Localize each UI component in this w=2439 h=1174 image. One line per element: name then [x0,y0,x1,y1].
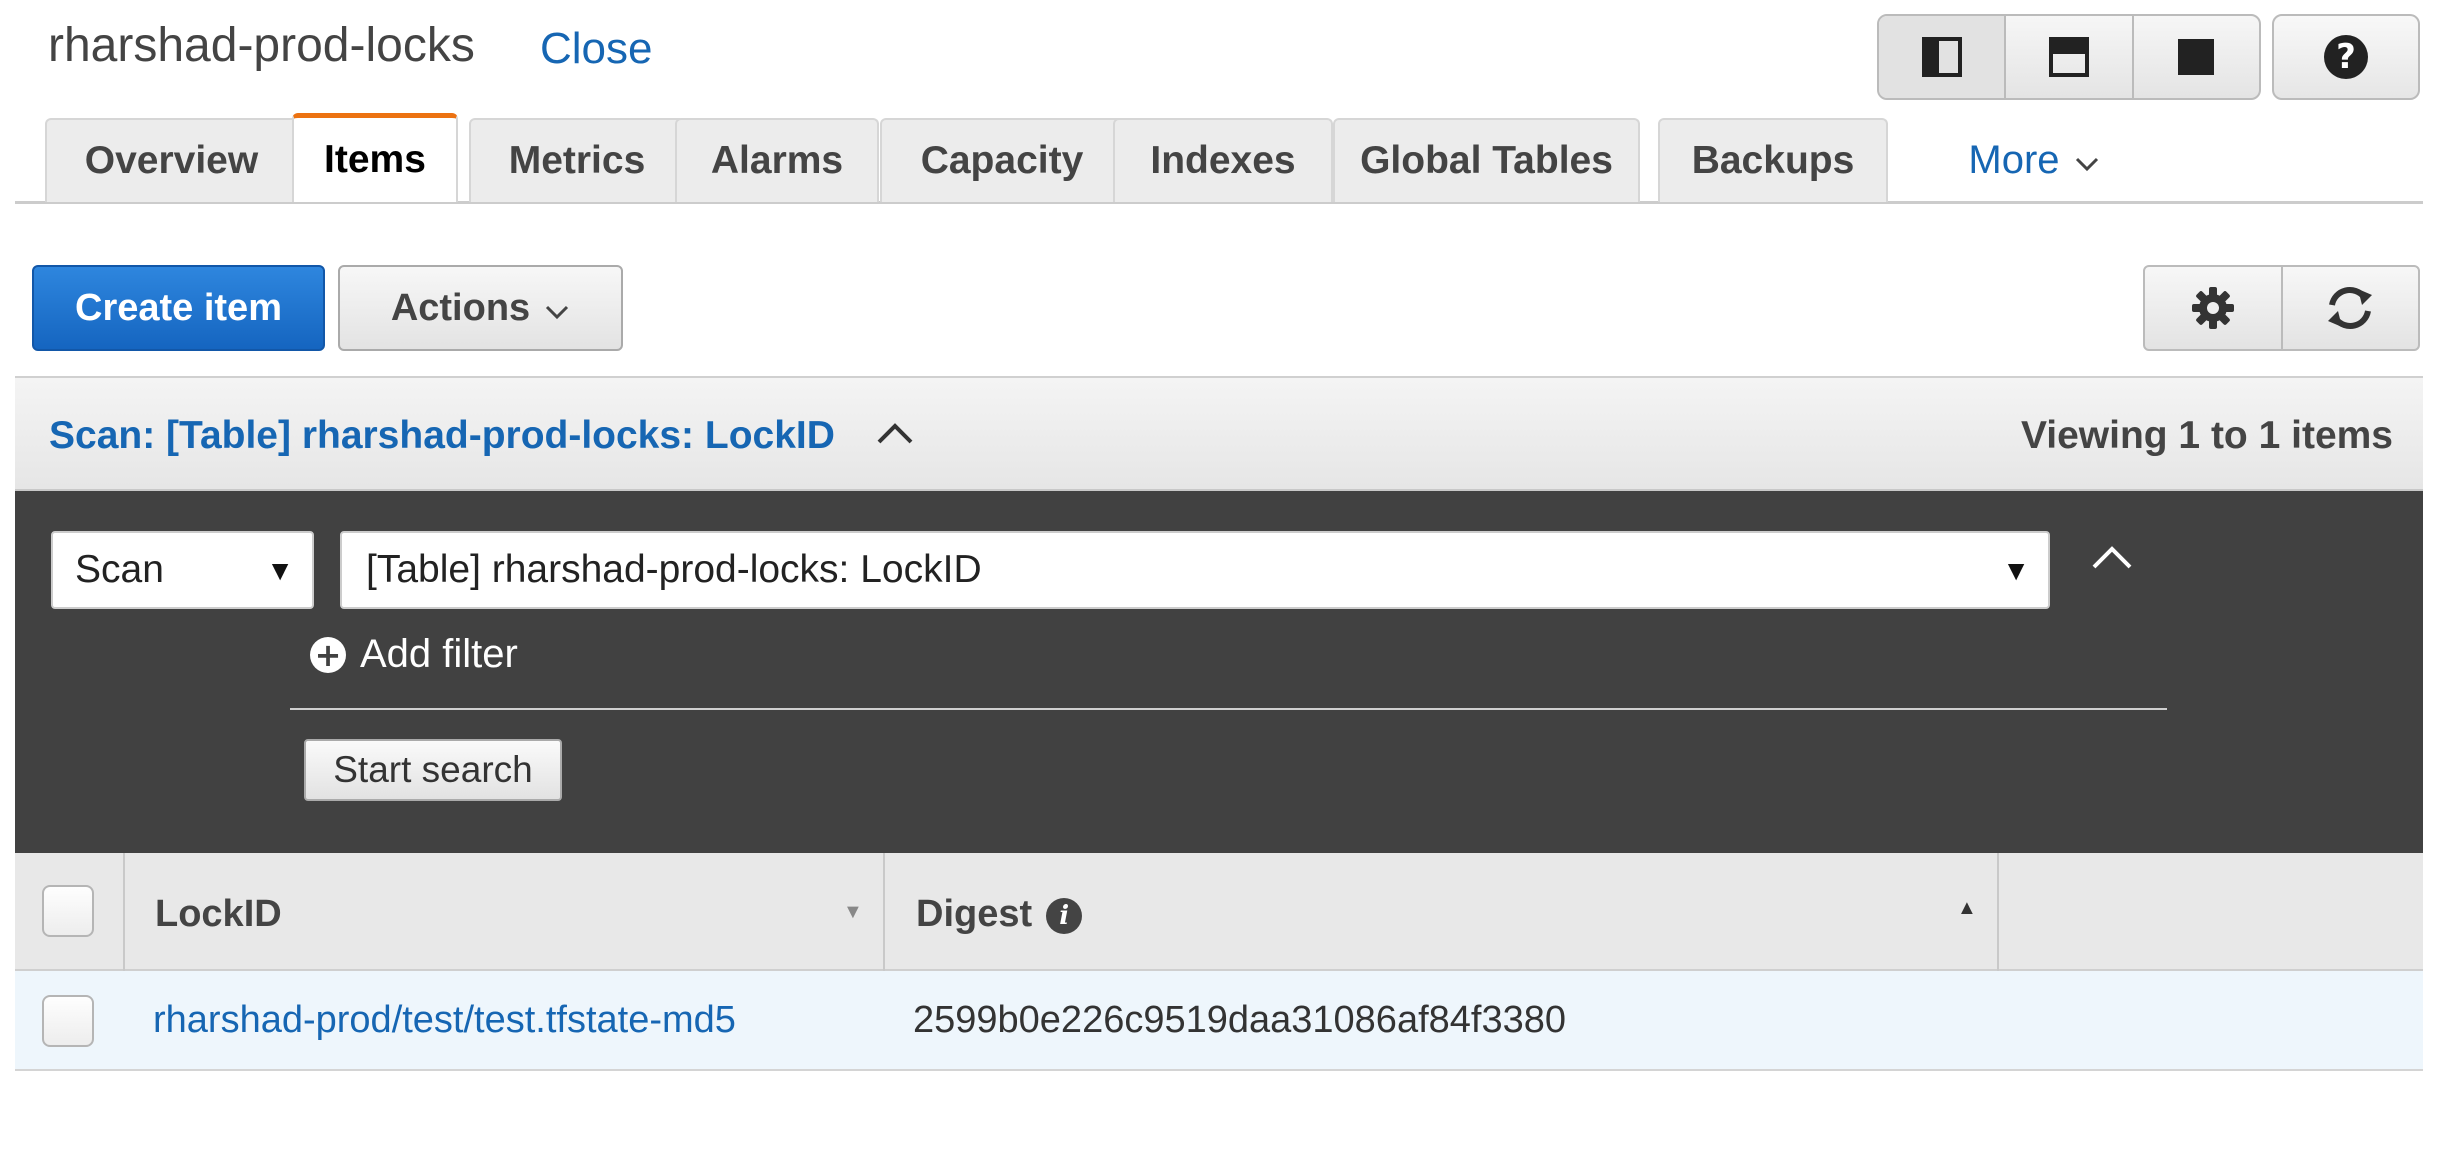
column-divider [883,853,885,971]
digest-cell: 2599b0e226c9519daa31086af84f3380 [913,999,1566,1041]
table-tools-group [2143,265,2420,351]
scan-target-select[interactable]: [Table] rharshad-prod-locks: LockID ▼ [340,531,2050,609]
tab-indexes[interactable]: Indexes [1113,118,1333,202]
scan-header: Scan: [Table] rharshad-prod-locks: LockI… [15,376,2423,491]
sort-asc-icon[interactable]: ▲ [1957,897,1977,920]
create-item-button[interactable]: Create item [32,265,325,351]
chevron-up-icon[interactable] [875,418,915,446]
split-horizontal-view-button[interactable] [2006,16,2134,98]
collapse-panel-icon[interactable] [2090,541,2134,571]
full-view-icon [2178,39,2215,75]
table-row[interactable]: rharshad-prod/test/test.tfstate-md5 2599… [15,971,2423,1071]
tab-items[interactable]: Items [292,113,458,202]
scan-mode-value: Scan [75,548,164,591]
dropdown-arrow-icon: ▼ [2002,555,2030,586]
start-search-button[interactable]: Start search [304,739,562,801]
info-icon[interactable]: i [1046,897,1083,934]
add-filter-button[interactable]: + Add filter [310,632,518,677]
dropdown-arrow-icon: ▼ [266,555,294,586]
help-icon: ? [2324,35,2368,79]
sort-desc-icon[interactable]: ▼ [843,901,863,924]
tab-bar: Overview Items Metrics Alarms Capacity I… [15,113,2423,204]
column-divider [1997,853,1999,971]
select-all-checkbox[interactable] [42,885,94,937]
split-horizontal-icon [2048,37,2089,77]
refresh-icon [2328,287,2373,329]
scan-title[interactable]: Scan: [Table] rharshad-prod-locks: LockI… [49,414,835,458]
table-header: LockID ▼ Digest i ▲ [15,853,2423,971]
chevron-down-icon [546,305,569,320]
tab-more-label: More [1968,137,2060,182]
plus-circle-icon: + [310,636,346,673]
lockid-cell[interactable]: rharshad-prod/test/test.tfstate-md5 [153,999,736,1042]
tab-alarms[interactable]: Alarms [675,118,879,202]
column-header-digest-label: Digest [916,893,1033,935]
tab-overview[interactable]: Overview [45,118,298,202]
tab-global-tables[interactable]: Global Tables [1333,118,1640,202]
chevron-down-icon [2075,157,2098,172]
add-filter-label: Add filter [360,632,518,676]
actions-button[interactable]: Actions [338,265,623,351]
refresh-button[interactable] [2283,267,2419,349]
split-vertical-icon [1921,37,1962,77]
full-view-button[interactable] [2134,16,2259,98]
tab-capacity[interactable]: Capacity [880,118,1124,202]
gear-icon [2191,287,2234,329]
column-header-lockid[interactable]: LockID [155,893,282,936]
row-checkbox[interactable] [42,995,94,1047]
divider [290,708,2167,710]
tab-backups[interactable]: Backups [1658,118,1888,202]
view-layout-group [1877,14,2261,100]
split-vertical-view-button[interactable] [1879,16,2007,98]
actions-label: Actions [390,286,531,329]
column-divider [123,853,125,971]
page-title: rharshad-prod-locks [48,19,475,72]
tab-more[interactable]: More [1908,118,2160,202]
column-header-digest[interactable]: Digest i [916,893,1083,936]
scan-mode-select[interactable]: Scan ▼ [51,531,314,609]
viewing-count: Viewing 1 to 1 items [2020,414,2393,457]
tab-metrics[interactable]: Metrics [469,118,685,202]
close-link[interactable]: Close [540,24,653,74]
scan-target-value: [Table] rharshad-prod-locks: LockID [366,548,982,591]
settings-button[interactable] [2145,267,2283,349]
help-button[interactable]: ? [2272,14,2420,100]
scan-filter-panel: Scan ▼ [Table] rharshad-prod-locks: Lock… [15,491,2423,853]
